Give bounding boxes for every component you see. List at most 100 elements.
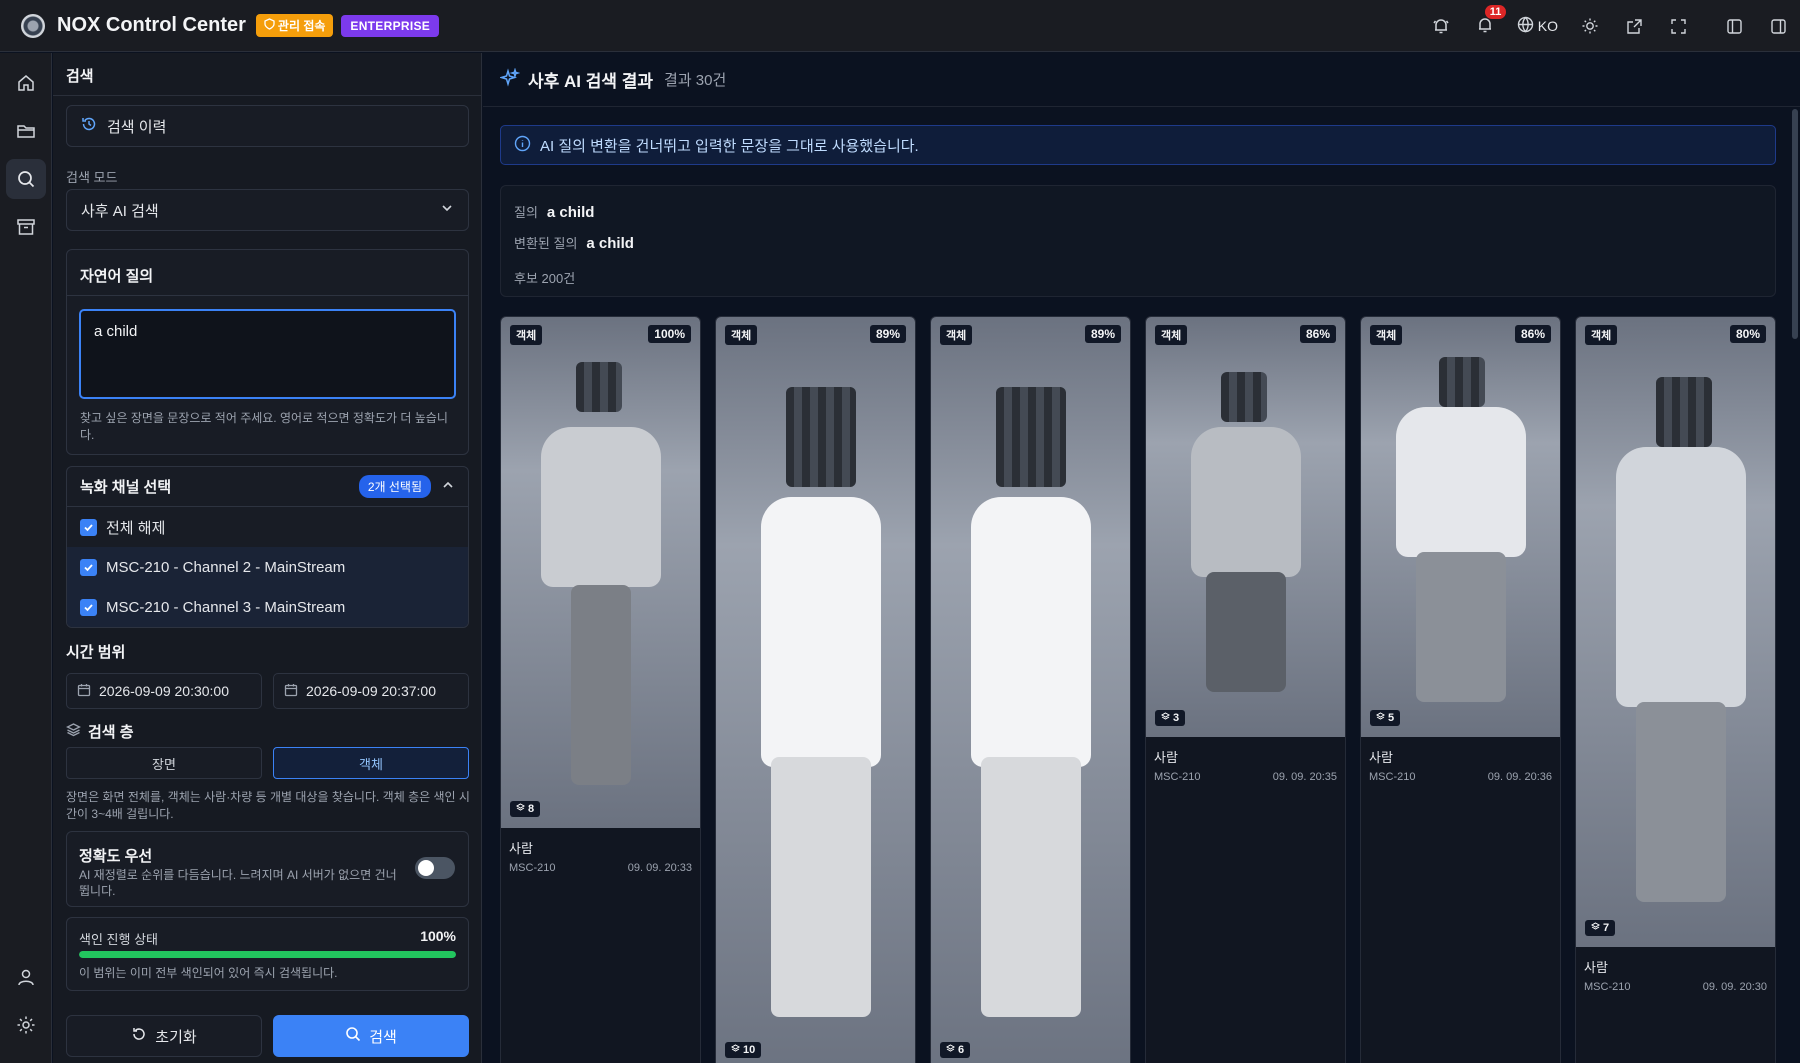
left-panel-toggle-icon[interactable] bbox=[1712, 0, 1756, 52]
transformed-query-key: 변환된 질의 bbox=[514, 236, 578, 251]
result-score: 80% bbox=[1729, 325, 1766, 343]
result-card[interactable]: 객체 86% 3 사람 MSC-210 09. 09. 20:35 bbox=[1145, 316, 1346, 1063]
result-score: 100% bbox=[648, 325, 691, 343]
notifications-button[interactable]: 11 bbox=[1463, 0, 1507, 52]
frame-count: 5 bbox=[1388, 712, 1395, 724]
query-summary: 질의 a child 변환된 질의 a child 후보 200건 bbox=[500, 185, 1776, 297]
user-icon[interactable] bbox=[6, 957, 46, 997]
reset-label: 초기화 bbox=[155, 1028, 197, 1046]
right-panel-toggle-icon[interactable] bbox=[1756, 0, 1800, 52]
language-selector[interactable]: KO bbox=[1507, 16, 1568, 36]
result-camera: MSC-210 bbox=[1154, 771, 1201, 783]
results-title: 사후 AI 검색 결과 bbox=[528, 72, 654, 91]
query-textarea[interactable]: a child bbox=[79, 309, 456, 399]
result-thumbnail bbox=[501, 317, 700, 828]
channel-label: MSC-210 - Channel 2 - MainStream bbox=[106, 558, 346, 576]
figure-body bbox=[541, 427, 661, 587]
result-card[interactable]: 객체 89% 10 bbox=[715, 316, 916, 1063]
index-status-title: 색인 진행 상태 bbox=[79, 932, 158, 947]
index-progress-fill bbox=[79, 951, 456, 958]
result-card[interactable]: 객체 89% 6 bbox=[930, 316, 1131, 1063]
channel-select-header[interactable]: 녹화 채널 선택 2개 선택됨 bbox=[67, 467, 468, 507]
result-score: 86% bbox=[1299, 325, 1336, 343]
layer-object-button[interactable]: 객체 bbox=[273, 747, 469, 779]
fullscreen-icon[interactable] bbox=[1656, 0, 1700, 52]
layers-icon bbox=[730, 1044, 741, 1056]
result-card[interactable]: 객체 100% 8 사람 MSC-210 09. 09. 20:33 bbox=[500, 316, 701, 1063]
settings-gear-icon[interactable] bbox=[6, 1005, 46, 1045]
blurred-face bbox=[1221, 372, 1267, 422]
alert-bell-icon[interactable] bbox=[1419, 0, 1463, 52]
calendar-icon bbox=[284, 683, 298, 700]
frame-count-badge: 5 bbox=[1370, 710, 1401, 726]
figure-legs bbox=[1636, 702, 1726, 902]
admin-badge-label: 관리 접속 bbox=[277, 19, 326, 33]
query-value: a child bbox=[546, 204, 595, 221]
channel-checkbox[interactable]: MSC-210 - Channel 2 - MainStream bbox=[67, 547, 468, 587]
calendar-icon bbox=[77, 683, 91, 700]
candidates-row: 후보 200건 bbox=[514, 268, 575, 287]
info-icon bbox=[514, 135, 531, 156]
history-icon bbox=[81, 116, 97, 136]
search-mode-label: 검색 모드 bbox=[66, 170, 118, 185]
checkbox-checked-icon bbox=[80, 558, 97, 576]
chevron-up-icon bbox=[441, 478, 455, 495]
search-label: 검색 bbox=[369, 1028, 397, 1046]
figure-body bbox=[1616, 447, 1746, 707]
divider bbox=[67, 295, 468, 296]
natural-language-query-section: 자연어 질의 a child 찾고 싶은 장면을 문장으로 적어 주세요. 영어… bbox=[66, 249, 469, 455]
frame-count: 6 bbox=[958, 1044, 965, 1056]
search-history-button[interactable]: 검색 이력 bbox=[66, 105, 469, 147]
channel-checkbox[interactable]: MSC-210 - Channel 3 - MainStream bbox=[67, 587, 468, 627]
frame-count-badge: 3 bbox=[1155, 710, 1186, 726]
candidates-count: 후보 200건 bbox=[514, 271, 576, 286]
result-layer-tag: 객체 bbox=[940, 325, 973, 345]
result-card[interactable]: 객체 86% 5 사람 MSC-210 09. 09. 20:36 bbox=[1360, 316, 1561, 1063]
external-link-icon[interactable] bbox=[1612, 0, 1656, 52]
blurred-face bbox=[786, 387, 856, 487]
frame-count: 3 bbox=[1173, 712, 1180, 724]
reset-button[interactable]: 초기화 bbox=[66, 1015, 262, 1057]
blurred-face bbox=[576, 362, 622, 412]
search-mode-select[interactable]: 사후 AI 검색 bbox=[66, 189, 469, 231]
theme-toggle-sun-icon[interactable] bbox=[1568, 0, 1612, 52]
result-score: 89% bbox=[1084, 325, 1121, 343]
result-card[interactable]: 객체 80% 7 사람 MSC-210 09. 09. 20:30 bbox=[1575, 316, 1776, 1063]
blurred-face bbox=[996, 387, 1066, 487]
admin-access-badge: 관리 접속 bbox=[255, 14, 334, 37]
transformed-query-row: 변환된 질의 a child bbox=[514, 233, 634, 252]
results-count: 결과 30건 bbox=[664, 72, 727, 89]
deselect-all-checkbox[interactable]: 전체 해제 bbox=[67, 507, 468, 547]
index-progress-bar bbox=[79, 951, 456, 958]
app-title: NOX Control Center bbox=[57, 14, 246, 36]
result-thumbnail bbox=[1146, 317, 1345, 737]
result-camera: MSC-210 bbox=[1369, 771, 1416, 783]
accuracy-toggle[interactable] bbox=[415, 857, 455, 879]
figure-legs bbox=[1206, 572, 1286, 692]
result-layer-tag: 객체 bbox=[1585, 325, 1618, 345]
result-object-type: 사람 bbox=[509, 841, 533, 856]
home-icon[interactable] bbox=[6, 63, 46, 103]
info-text: AI 질의 변환을 건너뛰고 입력한 문장을 그대로 사용했습니다. bbox=[540, 137, 919, 155]
accuracy-title: 정확도 우선 bbox=[79, 848, 153, 865]
scrollbar[interactable] bbox=[1792, 109, 1798, 339]
folder-icon[interactable] bbox=[6, 111, 46, 151]
side-navigation bbox=[0, 53, 52, 1063]
layer-hint: 장면은 화면 전체를, 객체는 사람·차량 등 개별 대상을 찾습니다. 객체 … bbox=[66, 790, 470, 821]
layer-scene-button[interactable]: 장면 bbox=[66, 747, 262, 779]
index-status-section: 색인 진행 상태 100% 이 범위는 이미 전부 색인되어 있어 즉시 검색됩… bbox=[66, 917, 469, 991]
result-time: 09. 09. 20:36 bbox=[1487, 771, 1552, 783]
figure-legs bbox=[571, 585, 631, 785]
shield-icon bbox=[264, 18, 275, 33]
transformed-query-value: a child bbox=[586, 235, 634, 252]
search-button[interactable]: 검색 bbox=[273, 1015, 469, 1057]
layers-icon bbox=[945, 1044, 956, 1056]
start-time-input[interactable]: 2026-09-09 20:30:00 bbox=[66, 673, 262, 709]
end-time-value: 2026-09-09 20:37:00 bbox=[306, 683, 436, 699]
language-label: KO bbox=[1537, 18, 1558, 34]
archive-icon[interactable] bbox=[6, 207, 46, 247]
end-time-input[interactable]: 2026-09-09 20:37:00 bbox=[273, 673, 469, 709]
search-nav-icon[interactable] bbox=[6, 159, 46, 199]
deselect-all-label: 전체 해제 bbox=[106, 519, 166, 537]
search-history-label: 검색 이력 bbox=[107, 118, 167, 136]
